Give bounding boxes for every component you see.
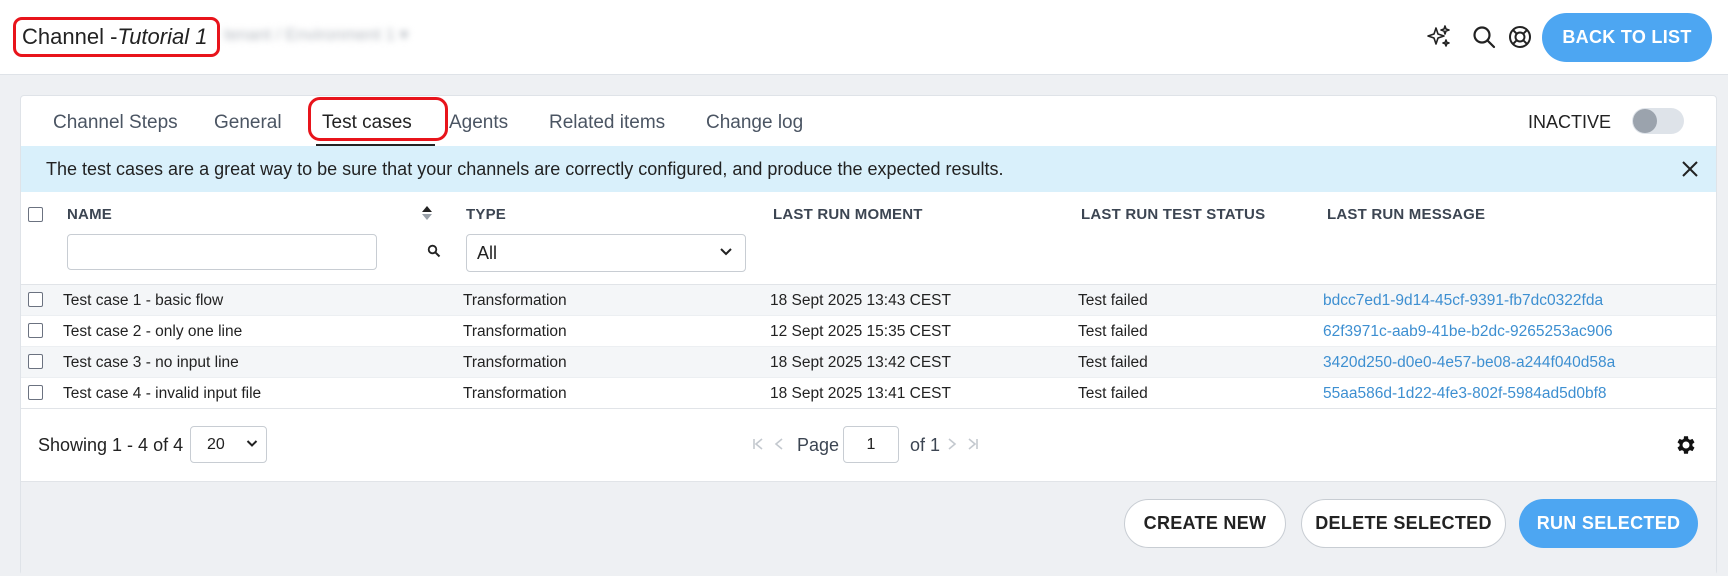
cell-message-link[interactable]: 55aa586d-1d22-4fe3-802f-5984ad5d0bf8 <box>1323 385 1607 403</box>
info-banner-text: The test cases are a great way to be sur… <box>46 158 1004 179</box>
test-case-table-body: Test case 1 - basic flow Transformation … <box>21 284 1716 409</box>
page-title: Channel - Tutorial 1 <box>13 17 221 57</box>
tab-change-log[interactable]: Change log <box>706 112 803 134</box>
cell-name[interactable]: Test case 4 - invalid input file <box>63 385 261 403</box>
cell-status: Test failed <box>1078 323 1148 340</box>
cell-last-run-moment: 18 Sept 2025 13:41 CEST <box>770 385 951 402</box>
chevron-down-icon <box>246 440 258 447</box>
cell-type: Transformation <box>463 292 567 309</box>
cell-message-link[interactable]: 62f3971c-aab9-41be-b2dc-9265253ac906 <box>1323 323 1613 341</box>
column-header-type[interactable]: TYPE <box>466 206 506 223</box>
cell-type: Transformation <box>463 323 567 340</box>
info-banner: The test cases are a great way to be sur… <box>21 146 1716 192</box>
title-prefix: Channel - <box>22 24 118 49</box>
next-page-icon[interactable] <box>946 437 958 451</box>
column-header-name[interactable]: NAME <box>67 206 112 223</box>
cell-message-link[interactable]: 3420d250-d0e0-4e57-be08-a244f040d58a <box>1323 354 1615 372</box>
create-new-button[interactable]: CREATE NEW <box>1124 499 1286 548</box>
page-total-label: of 1 <box>910 435 941 455</box>
first-page-icon[interactable] <box>751 437 765 451</box>
page-size-value: 20 <box>207 435 225 453</box>
table-row[interactable]: Test case 1 - basic flow Transformation … <box>21 285 1716 316</box>
cell-name[interactable]: Test case 3 - no input line <box>63 354 239 372</box>
row-checkbox[interactable] <box>28 354 43 369</box>
active-toggle[interactable] <box>1632 108 1684 134</box>
column-header-last-run-message[interactable]: LAST RUN MESSAGE <box>1327 206 1485 223</box>
type-filter-select[interactable]: All <box>466 234 746 272</box>
cell-type: Transformation <box>463 354 567 371</box>
row-checkbox[interactable] <box>28 323 43 338</box>
pagination-bar: Showing 1 - 4 of 4 20 Page 1 of 1 <box>21 408 1716 482</box>
action-footer: CREATE NEW DELETE SELECTED RUN SELECTED <box>21 482 1716 576</box>
column-header-last-run-status[interactable]: LAST RUN TEST STATUS <box>1081 206 1265 223</box>
row-checkbox[interactable] <box>28 385 43 400</box>
table-row[interactable]: Test case 4 - invalid input file Transfo… <box>21 378 1716 409</box>
table-row[interactable]: Test case 2 - only one line Transformati… <box>21 316 1716 347</box>
row-checkbox[interactable] <box>28 292 43 307</box>
cell-last-run-moment: 12 Sept 2025 15:35 CEST <box>770 323 951 340</box>
type-filter-value: All <box>477 242 498 263</box>
title-channel-name: Tutorial 1 <box>117 24 208 49</box>
tab-channel-steps[interactable]: Channel Steps <box>53 112 178 134</box>
tab-agents[interactable]: Agents <box>449 112 508 134</box>
back-to-list-button[interactable]: BACK TO LIST <box>1542 13 1712 62</box>
previous-page-icon[interactable] <box>773 437 785 451</box>
page-label: Page <box>797 435 840 455</box>
name-filter-input[interactable] <box>67 234 377 270</box>
page-size-select[interactable]: 20 <box>190 426 267 463</box>
search-icon[interactable] <box>1469 22 1499 52</box>
tab-general[interactable]: General <box>214 112 282 134</box>
select-all-checkbox[interactable] <box>28 207 43 222</box>
chevron-down-icon <box>720 248 732 256</box>
column-header-last-run-moment[interactable]: LAST RUN MOMENT <box>773 206 923 223</box>
cell-message-link[interactable]: bdcc7ed1-9d14-45cf-9391-fb7dc0322fda <box>1323 292 1603 310</box>
cell-type: Transformation <box>463 385 567 402</box>
table-row[interactable]: Test case 3 - no input line Transformati… <box>21 347 1716 378</box>
cell-name[interactable]: Test case 1 - basic flow <box>63 292 223 310</box>
tab-test-cases[interactable]: Test cases <box>322 112 412 134</box>
cell-status: Test failed <box>1078 354 1148 371</box>
cell-last-run-moment: 18 Sept 2025 13:43 CEST <box>770 292 951 309</box>
tab-bar: Channel Steps General Test cases Agents … <box>21 96 1716 147</box>
filter-search-icon[interactable] <box>427 244 441 258</box>
toggle-knob <box>1633 109 1657 133</box>
cell-status: Test failed <box>1078 385 1148 402</box>
page-header: Channel - Tutorial 1 tenant / Environmen… <box>0 0 1728 75</box>
showing-count: Showing 1 - 4 of 4 <box>38 435 184 455</box>
environment-breadcrumb[interactable]: tenant / Environment 1 ▾ <box>224 25 408 45</box>
tab-related-items[interactable]: Related items <box>549 112 665 134</box>
status-label: INACTIVE <box>1527 112 1611 132</box>
close-icon[interactable] <box>1680 159 1700 179</box>
sparkle-icon[interactable] <box>1424 22 1454 52</box>
sort-icon[interactable] <box>421 204 433 222</box>
gear-icon[interactable] <box>1674 433 1698 457</box>
cell-status: Test failed <box>1078 292 1148 309</box>
cell-name[interactable]: Test case 2 - only one line <box>63 323 242 341</box>
cell-last-run-moment: 18 Sept 2025 13:42 CEST <box>770 354 951 371</box>
last-page-icon[interactable] <box>966 437 980 451</box>
channel-panel: Channel Steps General Test cases Agents … <box>20 95 1717 576</box>
run-selected-button[interactable]: RUN SELECTED <box>1519 499 1698 548</box>
help-lifebuoy-icon[interactable] <box>1505 22 1535 52</box>
delete-selected-button[interactable]: DELETE SELECTED <box>1301 499 1506 548</box>
page-number-input[interactable]: 1 <box>843 426 899 463</box>
